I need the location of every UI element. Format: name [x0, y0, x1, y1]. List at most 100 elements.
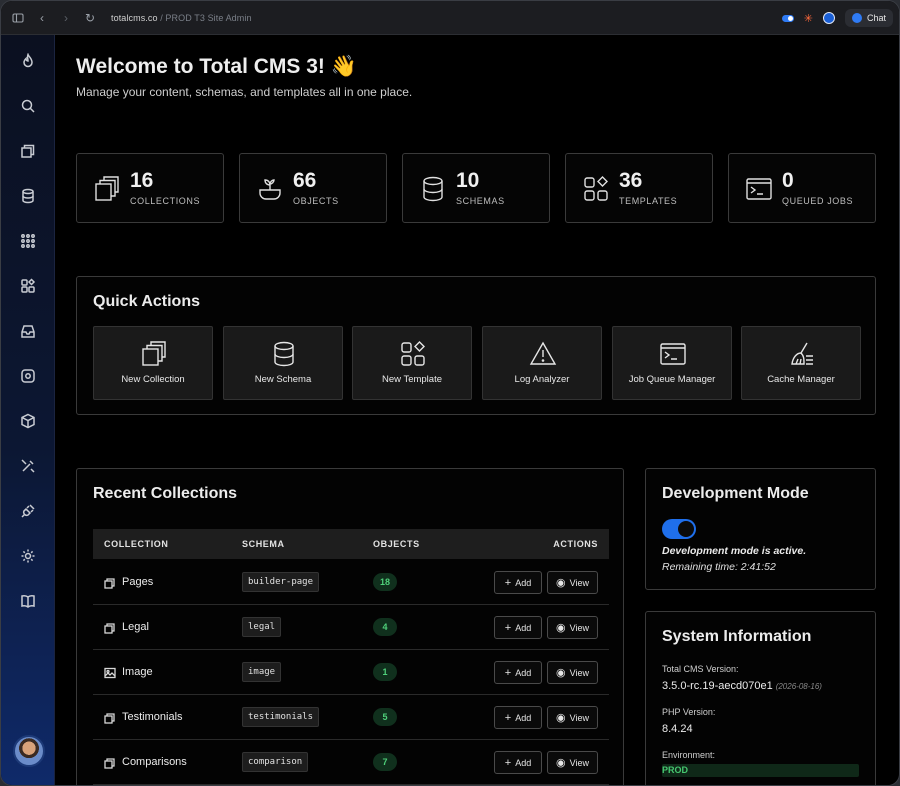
cms-version-label: Total CMS Version:	[662, 664, 739, 674]
add-button[interactable]: + Add	[494, 661, 542, 684]
plug-icon[interactable]	[16, 499, 40, 523]
avatar[interactable]	[13, 735, 45, 767]
stat-card-objects[interactable]: 66 OBJECTS	[239, 153, 387, 223]
templates-icon	[401, 341, 425, 366]
address-bar[interactable]: totalcms.co / PROD T3 Site Admin	[111, 13, 252, 23]
gear-icon[interactable]	[16, 544, 40, 568]
view-label: View	[569, 667, 589, 678]
chat-button[interactable]: Chat	[844, 9, 893, 27]
eye-icon: ◉	[556, 577, 566, 589]
eye-icon: ◉	[556, 757, 566, 769]
development-mode-panel: Development Mode Development mode is act…	[645, 468, 876, 590]
collections-icon[interactable]	[16, 139, 40, 163]
stat-card-schemas[interactable]: 10 SCHEMAS	[402, 153, 550, 223]
settings-cog-icon[interactable]	[16, 364, 40, 388]
stat-label: COLLECTIONS	[130, 196, 201, 206]
eye-icon: ◉	[556, 712, 566, 724]
flame-icon[interactable]	[16, 49, 40, 73]
collection-name[interactable]: Image	[122, 666, 153, 678]
browser-toolbar: ‹ › ↻ totalcms.co / PROD T3 Site Admin ✳…	[1, 1, 899, 35]
quick-action-label: New Collection	[121, 374, 185, 385]
tools-icon[interactable]	[16, 454, 40, 478]
add-label: Add	[515, 622, 532, 633]
cms-version: 3.5.0-rc.19-aecd070e1	[662, 680, 773, 692]
grid-dots-icon[interactable]	[16, 229, 40, 253]
sidebar-toggle-icon[interactable]	[11, 11, 25, 25]
remaining-time: Remaining time: 2:41:52	[662, 561, 776, 573]
view-button[interactable]: ◉ View	[547, 751, 598, 774]
sparkle-extension-icon[interactable]: ✳	[804, 12, 813, 25]
collections-icon	[142, 341, 166, 366]
new-schema-button[interactable]: New Schema	[223, 326, 343, 400]
quick-actions-panel: Quick Actions New Collection New Schema …	[76, 276, 876, 415]
add-button[interactable]: + Add	[494, 616, 542, 639]
table-row: Image image 1 + Add ◉ View	[93, 650, 609, 695]
environment-badge: PROD	[662, 764, 859, 777]
view-label: View	[569, 622, 589, 633]
collection-name[interactable]: Pages	[122, 576, 153, 588]
view-button[interactable]: ◉ View	[547, 571, 598, 594]
templates-icon	[584, 176, 608, 201]
view-label: View	[569, 757, 589, 768]
broom-icon	[791, 342, 813, 365]
add-label: Add	[515, 757, 532, 768]
page-subtitle: Manage your content, schemas, and templa…	[76, 85, 413, 99]
schema-tag: legal	[242, 617, 282, 637]
add-label: Add	[515, 712, 532, 723]
quick-action-label: Log Analyzer	[514, 374, 570, 385]
book-icon[interactable]	[16, 589, 40, 613]
objects-icon	[259, 179, 281, 200]
database-icon[interactable]	[16, 184, 40, 208]
reload-icon[interactable]: ↻	[83, 11, 97, 25]
password-extension-icon[interactable]	[822, 12, 835, 24]
stat-card-templates[interactable]: 36 TEMPLATES	[565, 153, 713, 223]
cms-version-date: (2026-08-16)	[775, 682, 822, 691]
cache-manager-button[interactable]: Cache Manager	[741, 326, 861, 400]
collection-name[interactable]: Legal	[122, 621, 149, 633]
box-icon[interactable]	[16, 409, 40, 433]
schema-tag: builder-page	[242, 572, 320, 592]
development-mode-toggle[interactable]	[662, 519, 696, 539]
development-mode-status: Development mode is active.	[662, 545, 807, 557]
schema-tag: comparison	[242, 752, 309, 772]
url-host: totalcms.co	[111, 12, 158, 23]
view-button[interactable]: ◉ View	[547, 661, 598, 684]
table-row: Pages builder-page 18 + Add ◉ View	[93, 560, 609, 605]
job-queue-manager-button[interactable]: Job Queue Manager	[612, 326, 732, 400]
view-label: View	[569, 712, 589, 723]
plus-icon: +	[504, 666, 512, 679]
stat-value: 16	[130, 169, 154, 192]
column-header: OBJECTS	[373, 539, 420, 549]
quick-action-label: New Schema	[254, 374, 312, 385]
schema-tag: image	[242, 662, 282, 682]
templates-icon[interactable]	[16, 274, 40, 298]
search-icon[interactable]	[16, 94, 40, 118]
new-collection-button[interactable]: New Collection	[93, 326, 213, 400]
collections-icon	[95, 176, 119, 201]
add-label: Add	[515, 667, 532, 678]
schema-tag: testimonials	[242, 707, 320, 727]
quick-action-label: Cache Manager	[767, 374, 835, 385]
view-button[interactable]: ◉ View	[547, 706, 598, 729]
system-information-panel: System Information Total CMS Version: 3.…	[645, 611, 876, 785]
stat-label: OBJECTS	[293, 196, 339, 206]
toggle-extension-icon[interactable]	[781, 14, 794, 22]
back-icon[interactable]: ‹	[35, 11, 49, 25]
add-button[interactable]: + Add	[494, 751, 542, 774]
environment-label: Environment:	[662, 750, 716, 760]
collection-name[interactable]: Testimonials	[122, 711, 183, 723]
stat-card-queued-jobs[interactable]: 0 QUEUED JOBS	[728, 153, 876, 223]
system-information-title: System Information	[662, 628, 812, 645]
new-template-button[interactable]: New Template	[352, 326, 472, 400]
add-button[interactable]: + Add	[494, 571, 542, 594]
add-button[interactable]: + Add	[494, 706, 542, 729]
collection-name[interactable]: Comparisons	[122, 756, 187, 768]
objects-count-badge: 1	[373, 663, 397, 681]
stat-card-collections[interactable]: 16 COLLECTIONS	[76, 153, 224, 223]
inbox-icon[interactable]	[16, 319, 40, 343]
view-button[interactable]: ◉ View	[547, 616, 598, 639]
chat-label: Chat	[866, 13, 886, 23]
collection-icon	[104, 578, 115, 589]
forward-icon[interactable]: ›	[59, 11, 73, 25]
log-analyzer-button[interactable]: Log Analyzer	[482, 326, 602, 400]
